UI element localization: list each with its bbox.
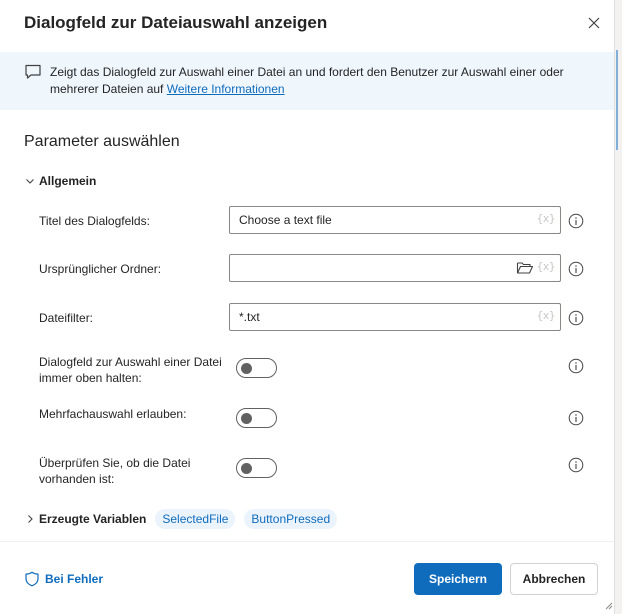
group-general-label: Allgemein [39,174,97,188]
initial-folder-input[interactable]: {x} [229,254,561,282]
generated-variables: Erzeugte Variablen SelectedFile ButtonPr… [24,509,346,529]
variable-insert-button[interactable]: {x} [537,212,556,225]
info-icon[interactable] [568,410,584,426]
info-icon[interactable] [568,457,584,473]
folder-open-icon[interactable] [516,260,534,276]
toggle-knob [241,363,252,374]
keep-on-top-label: Dialogfeld zur Auswahl einer Datei immer… [39,355,222,385]
on-error-label: Bei Fehler [45,572,104,586]
section-title: Parameter auswählen [24,133,180,150]
dialog: Dialogfeld zur Dateiauswahl anzeigen Zei… [0,0,614,614]
cancel-button[interactable]: Abbrechen [510,563,598,595]
toggle-knob [241,463,252,474]
shield-icon [25,571,39,587]
dialog-header: Dialogfeld zur Dateiauswahl anzeigen [0,0,614,46]
chevron-down-icon [26,179,34,184]
variable-pill[interactable]: ButtonPressed [244,509,338,529]
chevron-right-icon[interactable] [24,513,36,525]
multi-select-toggle[interactable] [236,408,277,428]
info-bar: Zeigt das Dialogfeld zur Auswahl einer D… [0,52,614,110]
info-icon[interactable] [568,358,584,374]
on-error-button[interactable]: Bei Fehler [24,571,103,587]
keep-on-top-toggle[interactable] [236,358,277,378]
info-description: Zeigt das Dialogfeld zur Auswahl einer D… [50,64,590,98]
close-button[interactable] [583,12,605,34]
initial-folder-label: Ursprünglicher Ordner: [39,262,162,276]
file-filter-value: *.txt [239,310,260,324]
close-icon [588,17,600,29]
toggle-knob [241,413,252,424]
info-icon[interactable] [568,213,584,229]
dialog-title: Dialogfeld zur Dateiauswahl anzeigen [24,13,328,32]
dialog-title-input[interactable]: Choose a text file {x} [229,206,561,234]
file-exists-label: Überprüfen Sie, ob die Datei vorhanden i… [39,456,191,486]
info-icon[interactable] [568,261,584,277]
variable-insert-button[interactable]: {x} [537,260,556,273]
info-text: Zeigt das Dialogfeld zur Auswahl einer D… [50,65,564,96]
background-panel-edge [614,0,622,614]
file-exists-toggle[interactable] [236,458,277,478]
info-icon[interactable] [568,310,584,326]
dialog-title-value: Choose a text file [239,213,332,227]
resize-grip-icon[interactable] [603,600,613,610]
file-filter-label: Dateifilter: [39,311,94,325]
variable-insert-button[interactable]: {x} [537,309,556,322]
more-info-link[interactable]: Weitere Informationen [167,82,285,96]
dialog-footer: Bei Fehler Speichern Abbrechen [0,541,614,614]
save-button[interactable]: Speichern [414,563,502,595]
scroll-indicator [616,50,618,150]
group-general-toggle[interactable]: Allgemein [24,172,96,190]
generated-variables-label[interactable]: Erzeugte Variablen [39,512,146,526]
dialog-title-label: Titel des Dialogfelds: [39,214,150,228]
variable-pill[interactable]: SelectedFile [155,509,236,529]
message-icon [25,64,41,79]
multi-select-label: Mehrfachauswahl erlauben: [39,407,187,421]
file-filter-input[interactable]: *.txt {x} [229,303,561,331]
